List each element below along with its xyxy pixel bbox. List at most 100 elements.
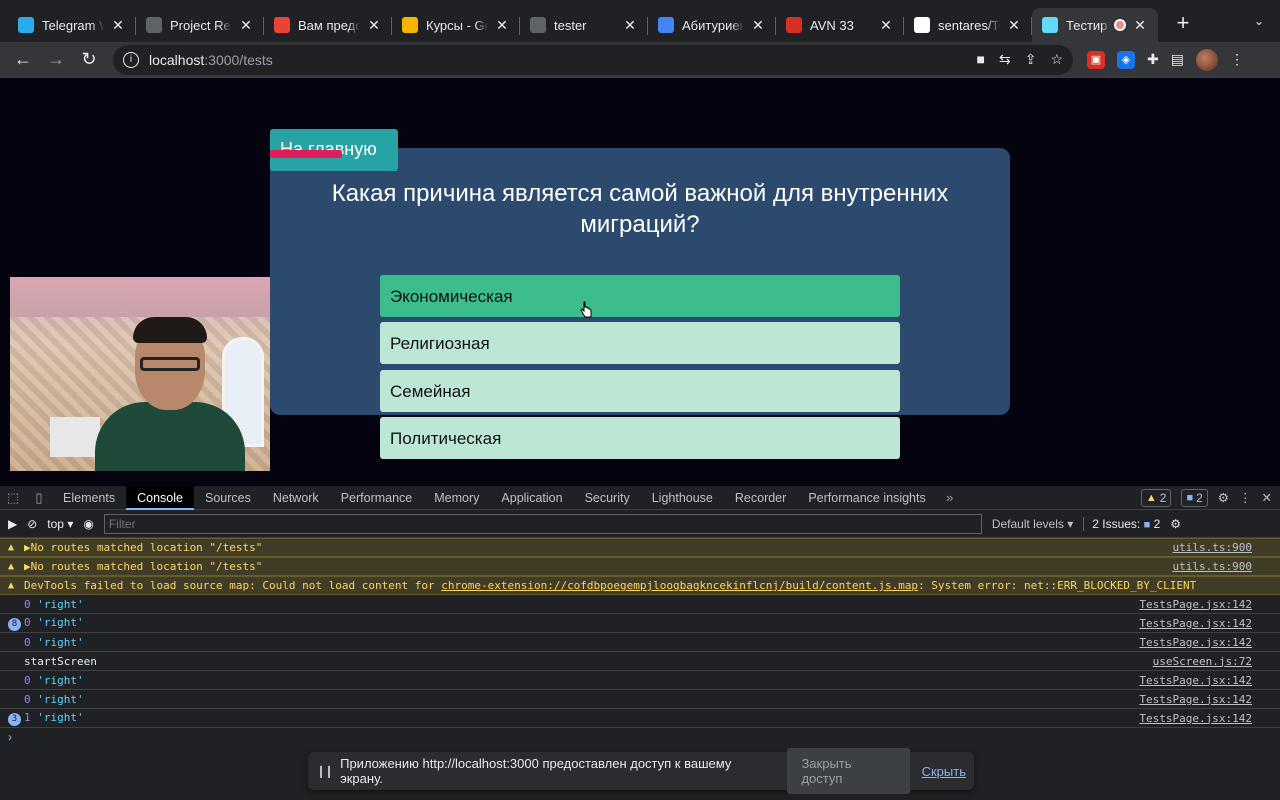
source-link[interactable]: TestsPage.jsx:142 (1139, 598, 1252, 611)
devtools-tab-network[interactable]: Network (262, 486, 330, 510)
issues-button[interactable]: 2 Issues: ■ 2 (1083, 516, 1160, 531)
browser-tab[interactable]: Вам предоставлен ✕ (264, 8, 392, 42)
sidebar-toggle-icon[interactable]: ▶ (8, 517, 17, 531)
devtools-tab-sources[interactable]: Sources (194, 486, 262, 510)
answer-option-4[interactable]: Политическая (380, 417, 900, 459)
source-link[interactable]: useScreen.js:72 (1153, 655, 1252, 668)
tab-close-icon[interactable]: ✕ (750, 17, 766, 33)
browser-tab[interactable]: Project React ✕ (136, 8, 264, 42)
source-link[interactable]: TestsPage.jsx:142 (1139, 712, 1252, 725)
browser-tab[interactable]: AVN 33 ✕ (776, 8, 904, 42)
console-message: 0 'right' TestsPage.jsx:142 (0, 690, 1280, 709)
devtools-tab-performance[interactable]: Performance (330, 486, 424, 510)
source-link[interactable]: utils.ts:900 (1173, 541, 1252, 554)
source-link[interactable]: TestsPage.jsx:142 (1139, 636, 1252, 649)
source-map-link[interactable]: chrome-extension://cofdbpoegempjloogbagk… (441, 579, 918, 592)
side-panel-icon[interactable]: ▤ (1171, 51, 1184, 68)
console-filter-input[interactable] (103, 513, 982, 534)
devtools-menu-icon[interactable]: ⋮ (1239, 490, 1252, 505)
warning-icon: ▲ (8, 580, 15, 591)
devtools-tab-lighthouse[interactable]: Lighthouse (641, 486, 724, 510)
recording-indicator-icon (1114, 19, 1126, 31)
message-text: ▶No routes matched location "/tests" (24, 541, 263, 554)
extension-blue-icon[interactable]: ◈ (1117, 50, 1135, 69)
answer-label: Экономическая (390, 287, 513, 306)
answer-option-2[interactable]: Религиозная (380, 322, 900, 364)
back-button[interactable]: ← (8, 45, 38, 75)
browser-tab[interactable]: Тестир ✕ (1032, 8, 1158, 42)
log-levels-dropdown[interactable]: Default levels ▾ (992, 517, 1073, 531)
tab-close-icon[interactable]: ✕ (494, 17, 510, 33)
devtools-tab-security[interactable]: Security (574, 486, 641, 510)
tab-close-icon[interactable]: ✕ (1006, 17, 1022, 33)
answer-option-3[interactable]: Семейная (380, 370, 900, 412)
forward-button[interactable]: → (41, 45, 71, 75)
share-icon[interactable]: ⇪ (1025, 51, 1037, 68)
new-tab-button[interactable]: + (1168, 9, 1198, 39)
devtools-tab-memory[interactable]: Memory (423, 486, 490, 510)
address-bar[interactable]: i localhost:3000/tests ■ ⇆ ⇪ ☆ (113, 44, 1073, 75)
console-settings-gear-icon[interactable]: ⚙ (1170, 517, 1181, 531)
browser-tab[interactable]: Telegram Web ✕ (8, 8, 136, 42)
more-tabs-icon[interactable]: » (937, 486, 963, 510)
inspect-element-icon[interactable]: ⬚ (0, 486, 26, 510)
answer-option-1[interactable]: Экономическая (380, 275, 900, 317)
tab-close-icon[interactable]: ✕ (622, 17, 638, 33)
device-toolbar-icon[interactable]: ▯ (26, 486, 52, 510)
log-number: 0 (24, 673, 31, 687)
home-button[interactable]: На главную (270, 129, 398, 171)
devtools-tab-application[interactable]: Application (490, 486, 573, 510)
console-toolbar: ▶ ⊘ top ▾ ◉ Default levels ▾ 2 Issues: ■… (0, 510, 1280, 538)
drag-handle-icon[interactable]: ❙❙ (316, 764, 334, 778)
camera-icon[interactable]: ■ (977, 51, 985, 68)
browser-menu-icon[interactable]: ⋮ (1230, 51, 1244, 68)
translate-icon[interactable]: ⇆ (999, 51, 1011, 68)
settings-gear-icon[interactable]: ⚙ (1218, 490, 1229, 505)
tab-close-icon[interactable]: ✕ (878, 17, 894, 33)
source-link[interactable]: utils.ts:900 (1173, 560, 1252, 573)
browser-tab[interactable]: sentares/Te ✕ (904, 8, 1032, 42)
stop-sharing-button[interactable]: Закрыть доступ (787, 748, 910, 794)
tab-strip: Telegram Web✕Project React✕Вам предостав… (0, 0, 1280, 42)
messages-badge[interactable]: ■ 2 (1181, 488, 1208, 507)
tab-close-icon[interactable]: ✕ (1132, 17, 1148, 33)
source-link[interactable]: TestsPage.jsx:142 (1139, 617, 1252, 630)
log-number: 1 (24, 710, 31, 724)
devtools-tab-elements[interactable]: Elements (52, 486, 126, 510)
tab-search-icon[interactable]: ⌄ (1254, 14, 1264, 28)
telegram-icon (18, 17, 34, 33)
browser-tab[interactable]: Курсы - Google ✕ (392, 8, 520, 42)
devtools-tab-recorder[interactable]: Recorder (724, 486, 797, 510)
devtools-tab-console[interactable]: Console (126, 485, 194, 510)
question-text: Какая причина является самой важной для … (331, 180, 949, 238)
tab-close-icon[interactable]: ✕ (238, 17, 254, 33)
profile-avatar[interactable] (1195, 48, 1218, 71)
context-selector[interactable]: top ▾ (47, 517, 73, 531)
tab-title: Вам предоставлен (298, 17, 360, 33)
bookmark-star-icon[interactable]: ☆ (1050, 51, 1063, 68)
message-icon: ■ (1186, 491, 1194, 504)
warnings-badge[interactable]: ▲ 2 (1140, 488, 1172, 507)
extension-red-icon[interactable]: ▣ (1087, 50, 1105, 69)
log-string: 'right' (37, 710, 84, 724)
console-message: 0 'right' TestsPage.jsx:142 (0, 633, 1280, 652)
warnings-count: 2 (1159, 490, 1167, 505)
site-info-icon[interactable]: i (123, 51, 139, 68)
extensions-puzzle-icon[interactable]: ✚ (1147, 51, 1159, 68)
tab-close-icon[interactable]: ✕ (366, 17, 382, 33)
webcam-video (10, 277, 270, 471)
browser-tab[interactable]: Абитуриент ✕ (648, 8, 776, 42)
clear-console-icon[interactable]: ⊘ (27, 517, 37, 531)
live-expression-eye-icon[interactable]: ◉ (83, 517, 93, 531)
source-link[interactable]: TestsPage.jsx:142 (1139, 693, 1252, 706)
source-link[interactable]: TestsPage.jsx:142 (1139, 674, 1252, 687)
reload-button[interactable]: ↻ (74, 45, 104, 75)
tab-title: Абитуриент (682, 17, 744, 33)
close-devtools-icon[interactable]: ✕ (1262, 490, 1272, 505)
hide-bar-link[interactable]: Скрыть (922, 764, 966, 779)
console-prompt[interactable]: › (0, 728, 1280, 746)
browser-tab[interactable]: tester ✕ (520, 8, 648, 42)
devtools-tab-performance-insights[interactable]: Performance insights (797, 486, 936, 510)
tab-close-icon[interactable]: ✕ (110, 17, 126, 33)
console-message: ▲ ▶No routes matched location "/tests" uti… (0, 557, 1280, 576)
